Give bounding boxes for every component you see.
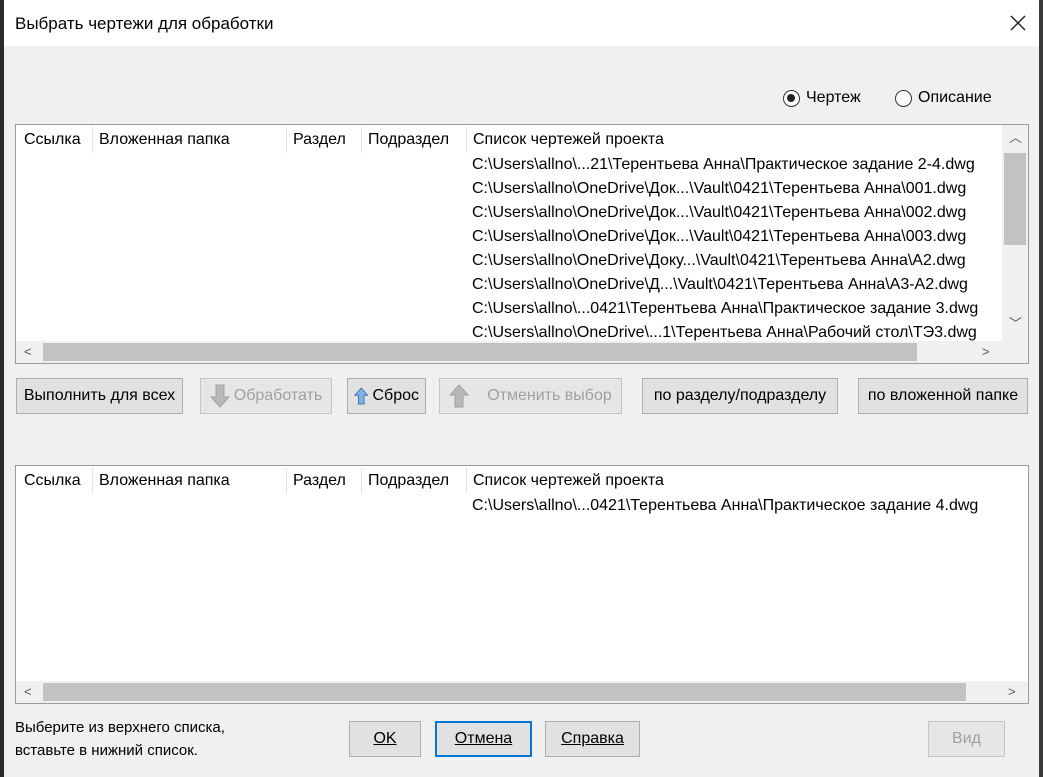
- column-separator: [286, 468, 287, 494]
- list-item[interactable]: C:\Users\allno\OneDrive\Док...\Vault\042…: [472, 204, 966, 222]
- list-item[interactable]: C:\Users\allno\...21\Терентьева Анна\Пра…: [472, 156, 975, 174]
- help-button[interactable]: Справка: [545, 721, 640, 757]
- list-item[interactable]: C:\Users\allno\...0421\Терентьева Анна\П…: [472, 497, 978, 515]
- column-nested-folder[interactable]: Вложенная папка: [99, 131, 230, 153]
- scroll-down-icon[interactable]: ﹀: [1009, 317, 1022, 330]
- horizontal-scrollbar[interactable]: < >: [16, 681, 1028, 703]
- ok-button[interactable]: OK: [349, 721, 421, 757]
- window-right-edge: [1039, 0, 1043, 777]
- column-section[interactable]: Раздел: [293, 472, 346, 494]
- vertical-scrollbar[interactable]: ︿ ﹀: [1002, 125, 1028, 341]
- hint-line-1: Выберите из верхнего списка,: [15, 719, 225, 736]
- close-icon[interactable]: [1007, 12, 1029, 34]
- list-item[interactable]: C:\Users\allno\...0421\Терентьева Анна\П…: [472, 300, 978, 318]
- view-button[interactable]: Вид: [928, 721, 1005, 757]
- top-drawing-list[interactable]: Ссылка Вложенная папка Раздел Подраздел …: [15, 124, 1029, 364]
- column-drawing-list[interactable]: Список чертежей проекта: [473, 472, 664, 494]
- scroll-right-icon[interactable]: >: [982, 345, 990, 358]
- column-separator: [361, 468, 362, 494]
- window-title: Выбрать чертежи для обработки: [15, 14, 274, 33]
- scroll-up-icon[interactable]: ︿: [1009, 131, 1022, 144]
- list-item[interactable]: C:\Users\allno\OneDrive\Доку...\Vault\04…: [472, 252, 966, 270]
- cancel-selection-label: Отменить выбор: [487, 387, 612, 404]
- arrow-down-icon: [209, 384, 230, 408]
- ok-button-label: OK: [373, 730, 397, 747]
- by-section-button[interactable]: по разделу/подразделу: [642, 378, 838, 414]
- column-separator: [92, 468, 93, 494]
- cancel-button-label: Отмена: [454, 730, 513, 747]
- column-separator: [361, 127, 362, 153]
- scroll-right-icon[interactable]: >: [1008, 685, 1016, 698]
- title-bar: Выбрать чертежи для обработки: [4, 0, 1039, 46]
- list-item[interactable]: C:\Users\allno\OneDrive\Д...\Vault\0421\…: [472, 276, 968, 294]
- radio-description[interactable]: Описание: [895, 89, 992, 107]
- help-button-label: Справка: [561, 730, 624, 747]
- column-separator: [466, 468, 467, 494]
- list-item[interactable]: C:\Users\allno\OneDrive\...1\Терентьева …: [472, 324, 977, 342]
- radio-description-indicator[interactable]: [895, 89, 912, 107]
- scroll-left-icon[interactable]: <: [24, 685, 32, 698]
- bottom-drawing-list[interactable]: Ссылка Вложенная папка Раздел Подраздел …: [15, 465, 1029, 704]
- column-link[interactable]: Ссылка: [24, 472, 81, 494]
- run-all-button[interactable]: Выполнить для всех: [16, 378, 183, 414]
- arrow-up-icon: [354, 387, 369, 405]
- process-button[interactable]: Обработать: [200, 378, 332, 414]
- scroll-left-icon[interactable]: <: [24, 345, 32, 358]
- list-item[interactable]: C:\Users\allno\OneDrive\Док...\Vault\042…: [472, 228, 966, 246]
- radio-drawing-indicator[interactable]: [783, 89, 800, 107]
- arrow-up-disabled-icon: [449, 384, 470, 408]
- column-subsection[interactable]: Подраздел: [368, 131, 449, 153]
- process-button-label: Обработать: [233, 387, 323, 404]
- horizontal-scroll-thumb[interactable]: [43, 683, 966, 701]
- cancel-button[interactable]: Отмена: [435, 721, 532, 757]
- column-separator: [286, 127, 287, 153]
- column-section[interactable]: Раздел: [293, 131, 346, 153]
- cancel-selection-button[interactable]: Отменить выбор: [439, 378, 622, 414]
- column-nested-folder[interactable]: Вложенная папка: [99, 472, 230, 494]
- column-link[interactable]: Ссылка: [24, 131, 81, 153]
- window-left-edge: [0, 0, 4, 777]
- radio-drawing-label: Чертеж: [806, 89, 861, 106]
- vertical-scroll-thumb[interactable]: [1004, 153, 1026, 245]
- horizontal-scrollbar[interactable]: < >: [16, 341, 1028, 363]
- column-separator: [466, 127, 467, 153]
- radio-drawing[interactable]: Чертеж: [783, 89, 861, 107]
- column-separator: [92, 127, 93, 153]
- by-folder-button[interactable]: по вложенной папке: [858, 378, 1028, 414]
- horizontal-scroll-thumb[interactable]: [43, 343, 917, 361]
- column-subsection[interactable]: Подраздел: [368, 472, 449, 494]
- column-drawing-list[interactable]: Список чертежей проекта: [473, 131, 664, 153]
- hint-line-2: вставьте в нижний список.: [15, 742, 198, 759]
- list-item[interactable]: C:\Users\allno\OneDrive\Док...\Vault\042…: [472, 180, 966, 198]
- reset-button-label: Сброс: [372, 387, 419, 404]
- reset-button[interactable]: Сброс: [347, 378, 426, 414]
- radio-description-label: Описание: [918, 89, 992, 106]
